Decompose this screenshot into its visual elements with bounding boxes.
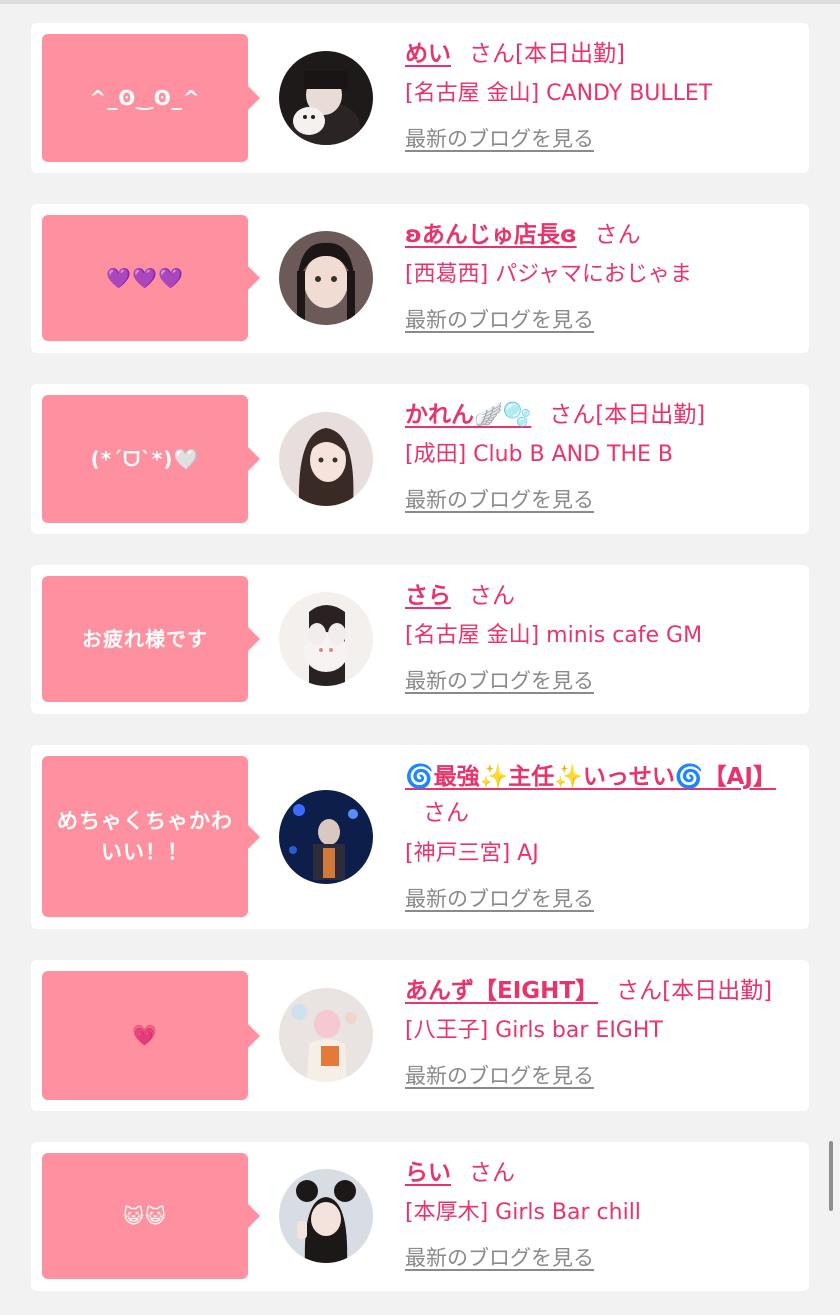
comment-bubble: ^_ʘ‿ʘ_^ [42, 34, 260, 162]
latest-blog-link[interactable]: 最新のブログを見る [405, 883, 594, 915]
latest-blog-link[interactable]: 最新のブログを見る [405, 484, 594, 516]
girl-name-link[interactable]: ʚあんじゅ店長ɞ [405, 222, 577, 248]
honorific: さん [469, 1160, 515, 1186]
avatar[interactable] [279, 412, 373, 506]
blog-comment-list: ^_ʘ‿ʘ_^ めい さん[本日出勤] [名古屋 金山] CANDY BULLET… [0, 0, 840, 1315]
shop-label: [八王子] Girls bar EIGHT [405, 1018, 663, 1043]
status-badge: [本日出勤] [515, 41, 625, 67]
avatar[interactable] [279, 790, 373, 884]
honorific: さん [469, 583, 515, 609]
shop-label: [本厚木] Girls Bar chill [405, 1200, 641, 1225]
status-badge: [本日出勤] [662, 978, 773, 1004]
honorific: さん [469, 41, 515, 67]
shop-label: [神戸三宮] AJ [405, 841, 539, 866]
girl-name-link[interactable]: かれん🪽🫧 [405, 402, 531, 428]
avatar[interactable] [279, 1169, 373, 1263]
shop-label: [名古屋 金山] CANDY BULLET [405, 81, 713, 106]
honorific: さん [423, 800, 469, 826]
list-item: 💗 あんず【EIGHT】 さん[本日出勤] [八王子] Girls bar EIG… [31, 960, 809, 1111]
latest-blog-link[interactable]: 最新のブログを見る [405, 123, 594, 155]
status-badge: [本日出勤] [595, 402, 706, 428]
girl-name-link[interactable]: さら [405, 583, 451, 609]
avatar[interactable] [279, 231, 373, 325]
latest-blog-link[interactable]: 最新のブログを見る [405, 304, 594, 336]
comment-bubble: 😺😺 [42, 1153, 260, 1279]
comment-bubble: 💜💜💜 [42, 215, 260, 341]
list-item: お疲れ様です さら さん [名古屋 金山] minis cafe GM 最新のブロ… [31, 565, 809, 714]
honorific: さん [616, 978, 663, 1004]
shop-label: [西葛西] パジャマにおじゃま [405, 262, 693, 287]
avatar[interactable] [279, 51, 373, 145]
girl-name-link[interactable]: 🌀最強✨主任✨いっせい🌀【AJ】 [405, 764, 776, 790]
girl-name-link[interactable]: あんず【EIGHT】 [405, 978, 598, 1004]
comment-bubble: 💗 [42, 971, 260, 1100]
avatar[interactable] [279, 592, 373, 686]
list-item: 💜💜💜 ʚあんじゅ店長ɞ さん [西葛西] パジャマにおじゃま 最新のブログを見る [31, 204, 809, 353]
honorific: さん [549, 402, 596, 428]
list-item: ^_ʘ‿ʘ_^ めい さん[本日出勤] [名古屋 金山] CANDY BULLET… [31, 23, 809, 173]
latest-blog-link[interactable]: 最新のブログを見る [405, 1242, 594, 1274]
avatar[interactable] [279, 988, 373, 1082]
list-item: (*ˊᗜˋ*)🤍 かれん🪽🫧 さん[本日出勤] [成田] Club B AND T… [31, 384, 809, 534]
girl-name-link[interactable]: めい [405, 41, 451, 67]
latest-blog-link[interactable]: 最新のブログを見る [405, 1060, 594, 1092]
latest-blog-link[interactable]: 最新のブログを見る [405, 665, 594, 697]
comment-bubble: お疲れ様です [42, 576, 260, 702]
list-item: めちゃくちゃかわいい！！ 🌀最強✨主任✨いっせい🌀【AJ】さん [神戸三宮] A… [31, 745, 809, 929]
list-item: 😺😺 らい さん [本厚木] Girls Bar chill 最新のブログを見る [31, 1142, 809, 1291]
comment-bubble: めちゃくちゃかわいい！！ [42, 756, 260, 917]
honorific: さん [594, 222, 641, 248]
shop-label: [成田] Club B AND THE B [405, 442, 674, 467]
shop-label: [名古屋 金山] minis cafe GM [405, 623, 703, 648]
scrollbar[interactable] [829, 1141, 833, 1211]
girl-name-link[interactable]: らい [405, 1160, 451, 1186]
comment-bubble: (*ˊᗜˋ*)🤍 [42, 395, 260, 523]
